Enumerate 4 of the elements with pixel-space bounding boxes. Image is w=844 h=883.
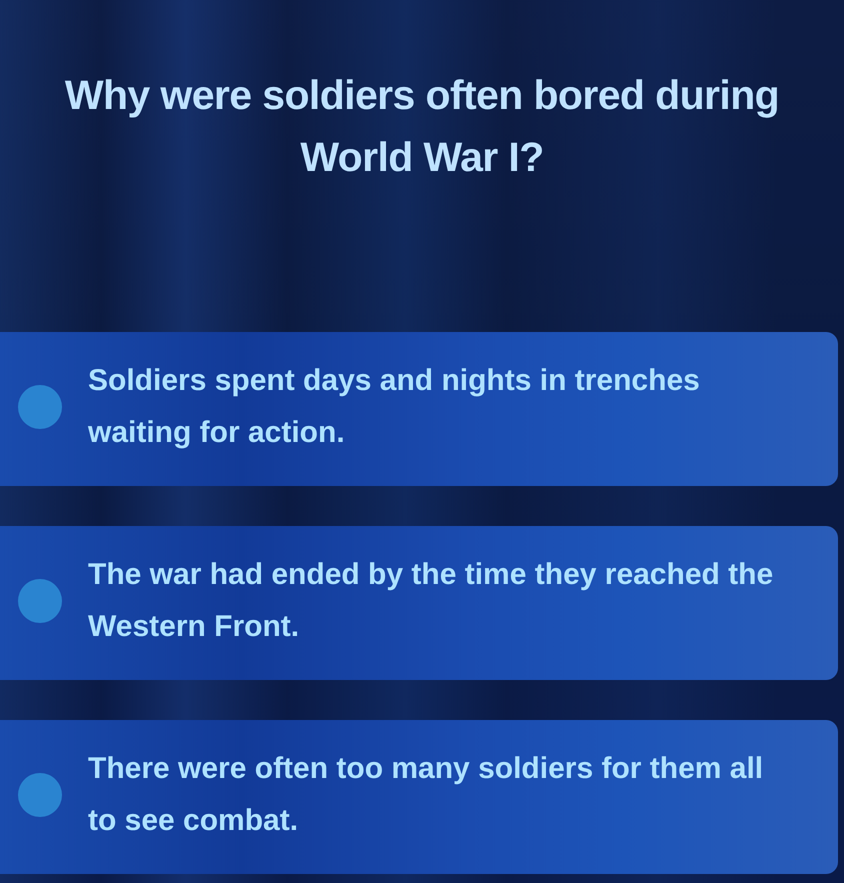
answer-option[interactable]: The war had ended by the time they reached the Western Front.: [0, 526, 838, 680]
answer-option[interactable]: There were often too many soldiers for them all to see combat.: [0, 720, 838, 874]
answer-option[interactable]: Soldiers spent days and nights in trenches waiting for action.: [0, 332, 838, 486]
question-text: Why were soldiers often bored during World War I?: [64, 71, 780, 182]
